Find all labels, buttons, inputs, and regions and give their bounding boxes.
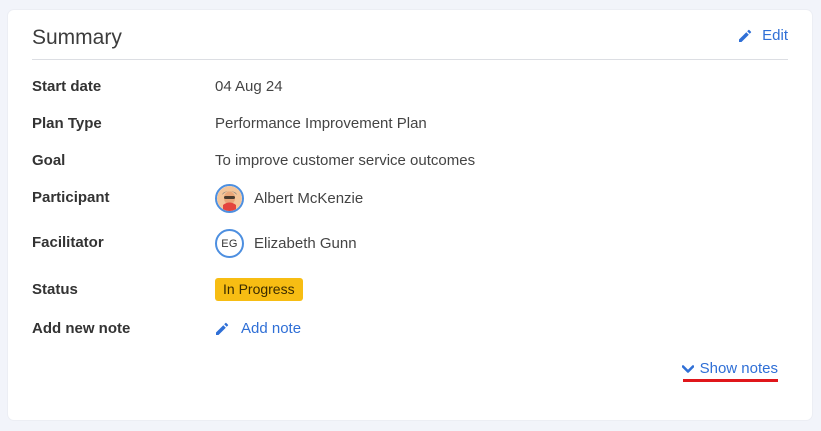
pencil-icon <box>216 322 229 335</box>
start-date-row: Start date 04 Aug 24 <box>32 78 788 95</box>
participant-value: Albert McKenzie <box>215 184 363 213</box>
add-note-label-text: Add note <box>241 320 302 337</box>
edit-label: Edit <box>762 27 788 44</box>
start-date-value: 04 Aug 24 <box>215 78 283 95</box>
participant-label: Participant <box>32 189 110 206</box>
summary-card: Summary Edit Start date 04 Aug 24 Plan T… <box>8 10 812 420</box>
add-note-link[interactable]: Add note <box>215 320 301 337</box>
participant-avatar[interactable] <box>215 184 244 213</box>
show-notes-button[interactable]: Show notes <box>681 359 778 379</box>
card-header: Summary Edit <box>32 24 788 60</box>
goal-label: Goal <box>32 152 66 169</box>
status-badge: In Progress <box>215 278 303 301</box>
facilitator-label: Facilitator <box>32 234 104 251</box>
facilitator-avatar[interactable]: EG <box>215 229 244 258</box>
avatar-photo-icon <box>217 186 242 211</box>
goal-row: Goal To improve customer service outcome… <box>32 152 788 169</box>
status-row: Status In Progress <box>32 278 788 301</box>
start-date-label: Start date <box>32 78 102 95</box>
facilitator-initials: EG <box>221 237 238 250</box>
participant-name: Albert McKenzie <box>254 190 364 207</box>
facilitator-name: Elizabeth Gunn <box>254 235 357 252</box>
plan-type-label: Plan Type <box>32 115 102 132</box>
chevron-down-icon <box>681 364 694 373</box>
status-label: Status <box>32 281 78 298</box>
participant-row: Participant Albert McKenzie <box>32 184 788 213</box>
show-notes-label: Show notes <box>699 360 778 377</box>
edit-button[interactable]: Edit <box>738 26 788 46</box>
plan-type-row: Plan Type Performance Improvement Plan <box>32 115 788 132</box>
add-note-label: Add new note <box>32 320 131 337</box>
goal-value: To improve customer service outcomes <box>215 152 476 169</box>
status-value: In Progress <box>215 278 303 301</box>
pencil-icon <box>739 29 752 42</box>
facilitator-value: EG Elizabeth Gunn <box>215 229 357 258</box>
facilitator-row: Facilitator EG Elizabeth Gunn <box>32 229 788 258</box>
highlight-underline <box>683 379 778 382</box>
card-title: Summary <box>32 26 122 49</box>
plan-type-value: Performance Improvement Plan <box>215 115 427 132</box>
add-note-row: Add new note Add note <box>32 320 788 337</box>
